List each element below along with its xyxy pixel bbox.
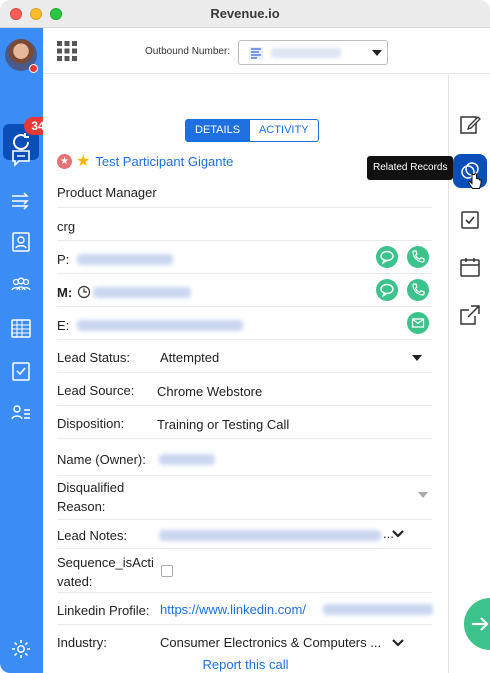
contact-header: ★ ★ Test Participant Gigante — [57, 151, 233, 171]
disposition-row: Disposition: Training or Testing Call — [57, 406, 432, 439]
favorite-star-icon[interactable]: ★ — [76, 151, 90, 171]
disqualified-label-line2: Reason: — [57, 499, 106, 514]
top-bar: Outbound Number: — [43, 28, 490, 74]
industry-row: Industry: Consumer Electronics & Compute… — [57, 625, 432, 655]
priority-badge-icon: ★ — [57, 153, 72, 169]
call-button[interactable] — [407, 246, 429, 268]
linkedin-row: Linkedin Profile: https://www.linkedin.c… — [57, 593, 433, 625]
phone-row: P: — [57, 241, 432, 274]
lead-status-label: Lead Status: — [57, 350, 130, 365]
mobile-call-button[interactable] — [407, 279, 429, 301]
lead-notes-row: Lead Notes: ... — [57, 520, 432, 549]
view-tabs: DETAILS ACTIVITY — [185, 119, 319, 142]
chat-bubble-icon — [380, 283, 394, 298]
chevron-down-icon[interactable] — [412, 355, 422, 361]
user-list-icon[interactable] — [9, 401, 33, 425]
mobile-sms-button[interactable] — [376, 279, 398, 301]
disposition-value[interactable]: Training or Testing Call — [157, 417, 289, 432]
mobile-row: M: — [57, 274, 432, 307]
team-icon[interactable] — [9, 273, 33, 297]
company-row: crg — [57, 208, 432, 241]
task-check-icon[interactable] — [459, 209, 481, 231]
clock-icon — [77, 285, 91, 299]
chat-bubble-icon — [380, 250, 394, 265]
email-value-redacted[interactable] — [77, 320, 243, 331]
owner-value-redacted[interactable] — [159, 454, 215, 465]
contact-name-link[interactable]: Test Participant Gigante — [95, 154, 233, 169]
phone-label: P: — [57, 252, 70, 267]
lead-status-select[interactable]: Attempted — [160, 350, 219, 365]
arrow-right-icon — [472, 617, 489, 631]
disposition-label: Disposition: — [57, 416, 125, 431]
chat-icon[interactable] — [9, 146, 33, 170]
industry-label: Industry: — [57, 635, 107, 650]
app-grid-icon[interactable] — [57, 41, 77, 61]
edit-note-icon[interactable] — [459, 113, 481, 135]
flag-icon — [249, 47, 263, 59]
right-toolbar — [448, 75, 490, 673]
disqualified-label-line1: Disqualified — [57, 480, 125, 495]
task-checklist-icon[interactable] — [9, 359, 33, 383]
related-records-tooltip: Related Records — [367, 156, 454, 180]
chevron-down-icon — [372, 50, 382, 56]
chevron-down-icon[interactable] — [392, 530, 404, 539]
tab-details[interactable]: DETAILS — [185, 119, 251, 142]
email-button[interactable] — [407, 312, 429, 334]
phone-icon — [412, 250, 425, 263]
linkedin-path-redacted[interactable] — [323, 604, 433, 615]
lead-source-row: Lead Source: Chrome Webstore — [57, 373, 432, 406]
lead-status-row: Lead Status: Attempted — [57, 340, 432, 373]
mobile-label: M: — [57, 285, 73, 300]
sequence-activated-checkbox[interactable] — [161, 565, 173, 577]
phone-icon — [412, 283, 425, 296]
linkedin-label: Linkedin Profile: — [57, 603, 150, 618]
envelope-icon — [411, 318, 425, 328]
sequence-label-line1: Sequence_isActi — [57, 555, 154, 570]
outbound-number-select[interactable] — [238, 40, 388, 65]
contact-company: crg — [57, 219, 76, 234]
tab-activity[interactable]: ACTIVITY — [250, 119, 319, 142]
cursor-hand-icon — [468, 173, 482, 189]
outbound-number-value-redacted — [271, 48, 341, 58]
contact-title: Product Manager — [57, 185, 157, 200]
lead-source-label: Lead Source: — [57, 383, 135, 398]
phone-value-redacted[interactable] — [77, 254, 173, 265]
lead-notes-value-redacted[interactable] — [159, 530, 381, 541]
chevron-down-icon[interactable] — [392, 639, 404, 648]
left-sidebar: 34 — [0, 28, 52, 673]
disqualified-row: Disqualified Reason: — [57, 476, 432, 520]
calendar-icon[interactable] — [459, 256, 481, 278]
report-call-link[interactable]: Report this call — [43, 657, 448, 672]
window-title: Revenue.io — [210, 6, 280, 21]
contact-card-icon[interactable] — [9, 230, 33, 254]
industry-value[interactable]: Consumer Electronics & Computers ... — [160, 635, 381, 650]
sequence-label-line2: vated: — [57, 574, 93, 589]
linkedin-link[interactable]: https://www.linkedin.com/ — [160, 602, 306, 617]
mobile-value-redacted[interactable] — [93, 287, 191, 298]
sequence-row: Sequence_isActi vated: — [57, 549, 432, 593]
email-row: E: — [57, 307, 432, 340]
presence-status-dot — [29, 64, 38, 73]
lead-source-value[interactable]: Chrome Webstore — [157, 384, 262, 399]
owner-row: Name (Owner): — [57, 439, 432, 476]
transfer-icon[interactable] — [9, 189, 33, 213]
app-window: Revenue.io 34 Outbound Number: DETAILS A… — [0, 0, 490, 673]
chevron-down-icon[interactable] — [418, 492, 428, 498]
lead-notes-label: Lead Notes: — [57, 528, 128, 543]
calendar-grid-icon[interactable] — [9, 316, 33, 340]
outbound-number-label: Outbound Number: — [145, 46, 231, 57]
related-records-button[interactable] — [453, 154, 487, 189]
title-bar: Revenue.io — [0, 0, 490, 28]
email-label: E: — [57, 318, 70, 333]
settings-gear-icon[interactable] — [9, 637, 33, 661]
open-external-icon[interactable] — [459, 304, 481, 326]
owner-label: Name (Owner): — [57, 452, 146, 467]
sms-button[interactable] — [376, 246, 398, 268]
